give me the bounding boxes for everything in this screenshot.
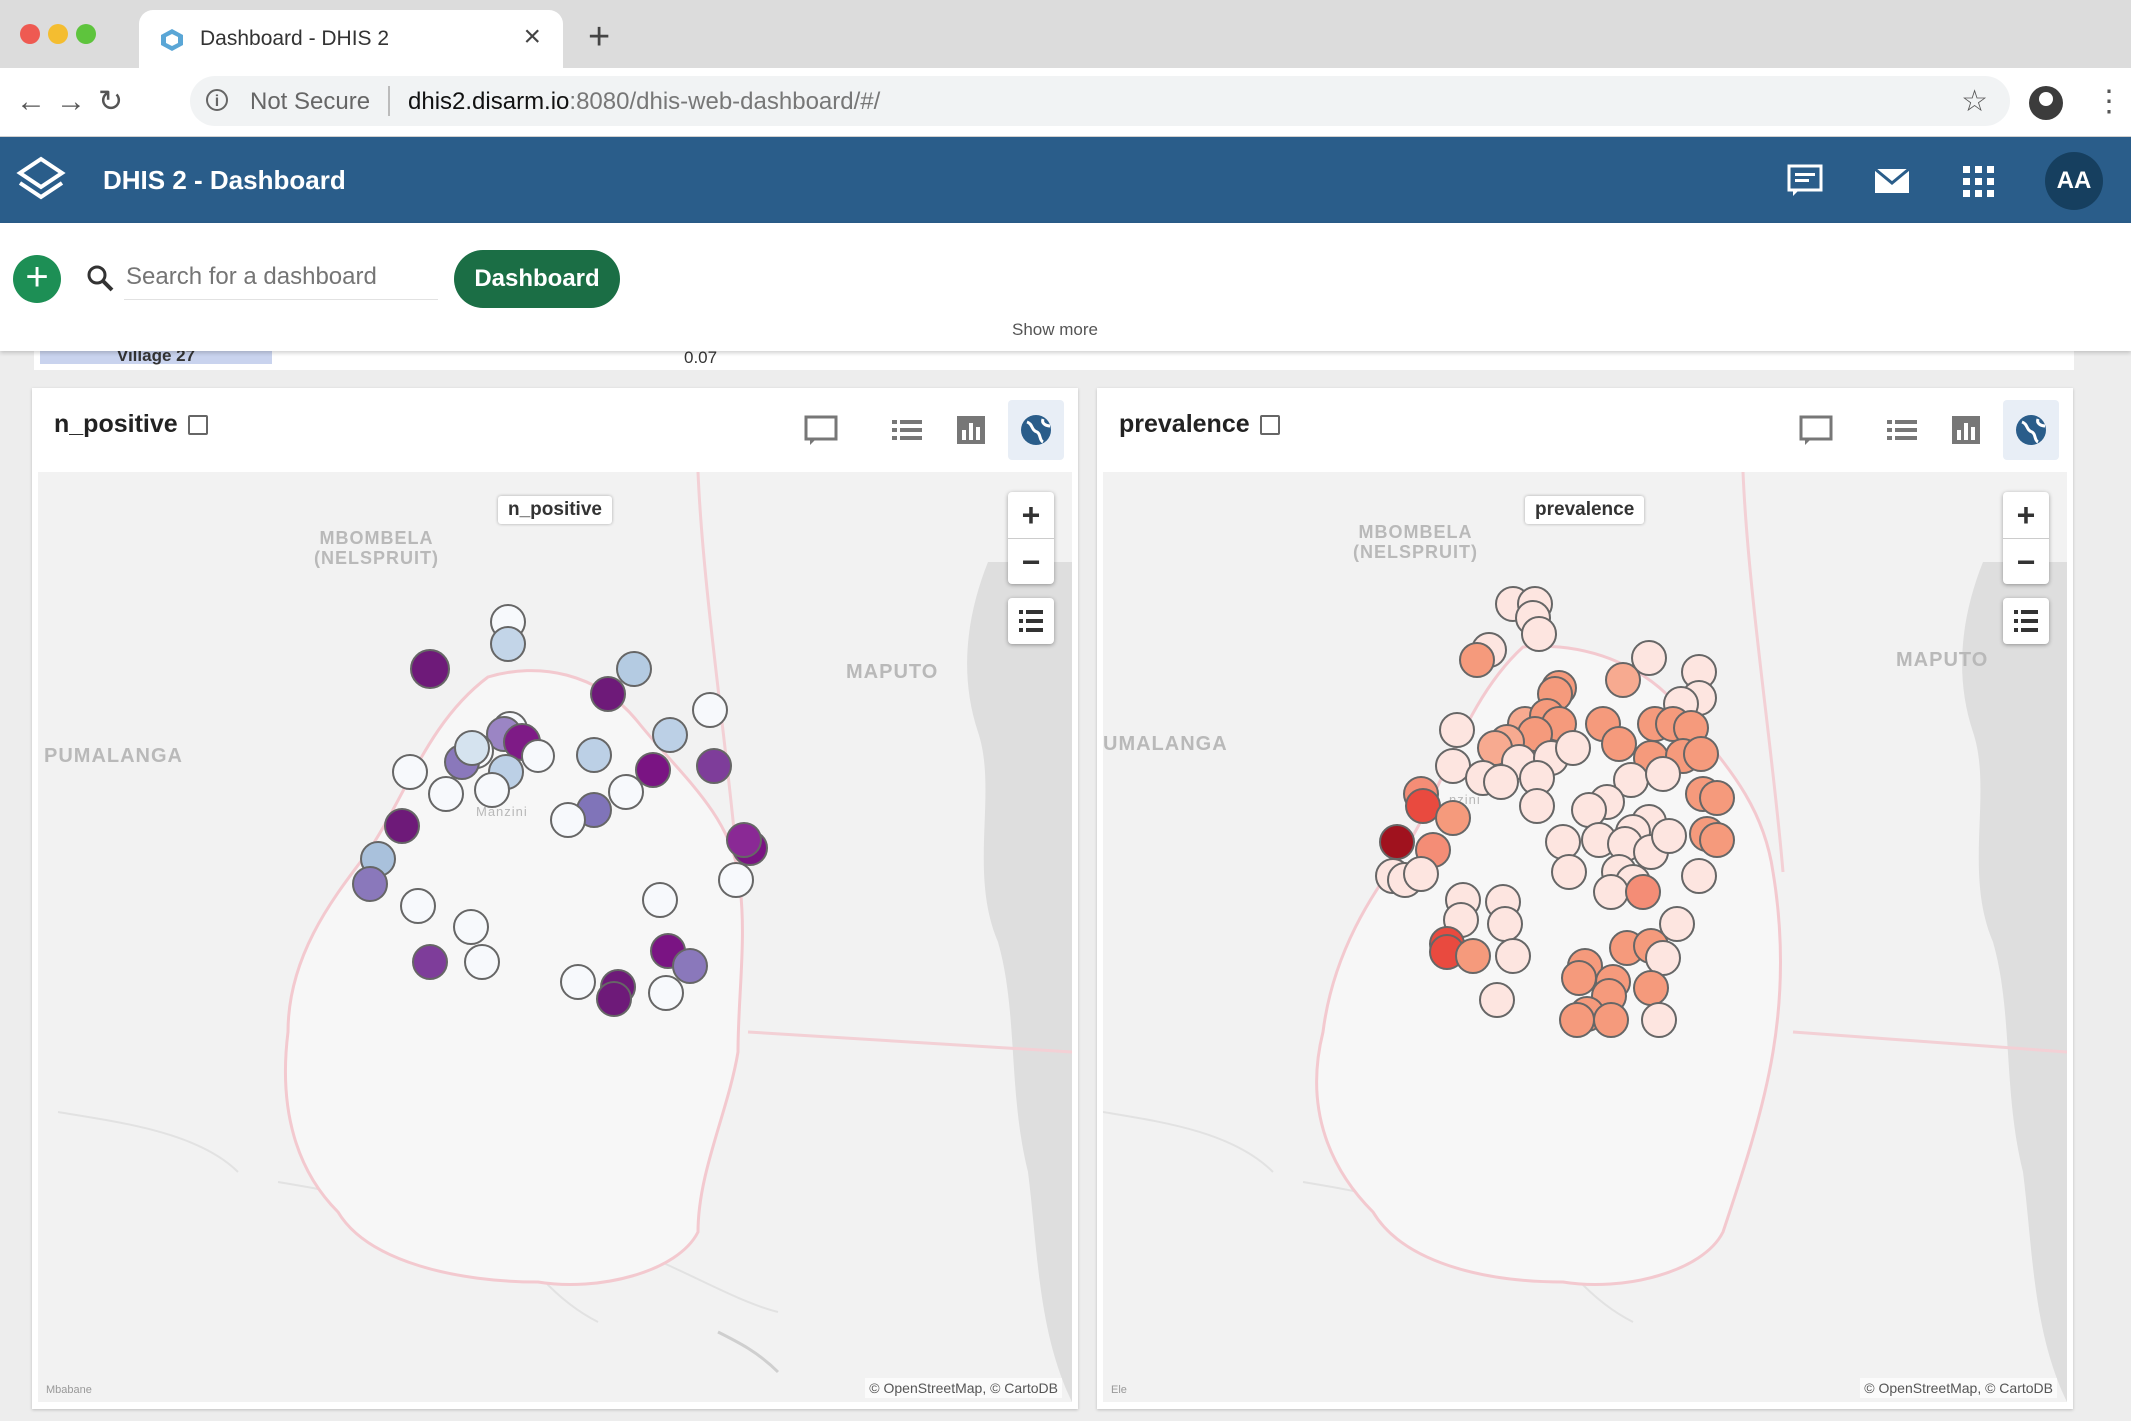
comment-icon[interactable] <box>802 412 840 448</box>
dashboard-chip[interactable]: Dashboard <box>454 250 620 308</box>
dashboard-bar: + Dashboard Show more <box>0 223 2131 351</box>
browser-tab-bar: Dashboard - DHIS 2 × + <box>0 0 2131 68</box>
village-value: 0.07 <box>684 348 718 367</box>
url-path: :8080/dhis-web-dashboard/#/ <box>569 88 881 115</box>
minimize-window-button[interactable] <box>48 24 68 44</box>
browser-tab[interactable]: Dashboard - DHIS 2 × <box>139 10 563 68</box>
comment-icon[interactable] <box>1797 412 1835 448</box>
partial-table-row: Village 27 0.07 <box>34 347 2074 370</box>
zoom-in-button[interactable]: + <box>1008 492 1054 539</box>
map-legend-label: prevalence <box>1525 496 1645 524</box>
map-small-label: Mbabane <box>46 1384 92 1396</box>
search-dashboard-input[interactable] <box>124 255 438 300</box>
close-window-button[interactable] <box>20 24 40 44</box>
dhis2-favicon-icon <box>161 29 183 51</box>
panel-title-text: prevalence <box>1119 410 1250 438</box>
dhis2-logo-icon[interactable] <box>14 153 68 207</box>
bookmark-star-icon[interactable]: ☆ <box>1961 84 1988 119</box>
zoom-controls: + − <box>2003 492 2049 584</box>
url-host: dhis2.disarm.io <box>408 88 570 115</box>
back-icon[interactable]: ← <box>16 82 46 122</box>
map-attribution[interactable]: © OpenStreetMap, © CartoDB <box>1860 1378 2057 1398</box>
map-canvas[interactable]: MBOMBELA (NELSPRUIT) MAPUTO PUMALANGA Man… <box>38 472 1072 1402</box>
messages-icon[interactable] <box>1872 161 1912 201</box>
reload-icon[interactable]: ↻ <box>98 82 123 122</box>
map-canvas[interactable]: MBOMBELA (NELSPRUIT) MAPUTO UMALANGA nzin… <box>1103 472 2067 1402</box>
url-text[interactable]: dhis2.disarm.io:8080/dhis-web-dashboard/… <box>408 88 880 116</box>
close-tab-icon[interactable]: × <box>523 22 541 52</box>
address-bar-row: ← → ↻ i Not Secure dhis2.disarm.io:8080/… <box>0 68 2131 137</box>
zoom-out-button[interactable]: − <box>2003 539 2049 585</box>
zoom-in-button[interactable]: + <box>2003 492 2049 539</box>
zoom-controls: + − <box>1008 492 1054 584</box>
map-attribution[interactable]: © OpenStreetMap, © CartoDB <box>865 1378 1062 1398</box>
legend-toggle-button[interactable] <box>1008 598 1054 644</box>
add-dashboard-button[interactable]: + <box>13 255 61 303</box>
tab-title: Dashboard - DHIS 2 <box>200 27 390 50</box>
n-positive-markers <box>352 604 768 1017</box>
table-icon[interactable] <box>1883 412 1921 448</box>
open-external-icon[interactable] <box>1259 415 1280 436</box>
browser-menu-icon[interactable]: ⋮ <box>2094 82 2124 122</box>
show-more-link[interactable]: Show more <box>1012 320 1098 340</box>
new-tab-icon[interactable]: + <box>588 18 610 56</box>
globe-icon[interactable] <box>2012 412 2050 448</box>
chart-icon[interactable] <box>952 412 990 448</box>
list-icon <box>2014 610 2038 632</box>
apps-grid-icon[interactable] <box>1958 161 1998 201</box>
table-icon[interactable] <box>888 412 926 448</box>
url-bar[interactable]: i Not Secure dhis2.disarm.io:8080/dhis-w… <box>190 76 2010 126</box>
not-secure-label: Not Secure <box>250 88 371 115</box>
map-legend-label: n_positive <box>498 496 612 524</box>
maximize-window-button[interactable] <box>76 24 96 44</box>
forward-icon[interactable]: → <box>56 82 86 122</box>
panel-title[interactable]: n_positive <box>54 410 208 439</box>
app-header: DHIS 2 - Dashboard AA <box>0 137 2131 223</box>
panel-title-text: n_positive <box>54 410 178 438</box>
zoom-out-button[interactable]: − <box>1008 539 1054 585</box>
interpretations-icon[interactable] <box>1785 161 1825 201</box>
list-icon <box>1019 610 1043 632</box>
app-title: DHIS 2 - Dashboard <box>103 165 346 195</box>
search-icon <box>87 265 114 292</box>
url-separator <box>388 86 390 116</box>
globe-icon[interactable] <box>1017 412 1055 448</box>
map-panel-n-positive: n_positive MBOMBELA (NELSPRUIT) MAPUTO PU… <box>32 388 1078 1409</box>
chart-icon[interactable] <box>1947 412 1985 448</box>
user-avatar[interactable]: AA <box>2045 152 2103 210</box>
profile-icon[interactable] <box>2029 86 2063 120</box>
panel-title[interactable]: prevalence <box>1119 410 1280 439</box>
map-small-label: Ele <box>1111 1384 1127 1396</box>
prevalence-markers <box>1375 586 1735 1038</box>
open-external-icon[interactable] <box>187 415 208 436</box>
map-panel-prevalence: prevalence MBOMBELA (NELSPRUIT) MAPUTO UM… <box>1097 388 2073 1409</box>
legend-toggle-button[interactable] <box>2003 598 2049 644</box>
info-icon[interactable]: i <box>206 89 228 111</box>
